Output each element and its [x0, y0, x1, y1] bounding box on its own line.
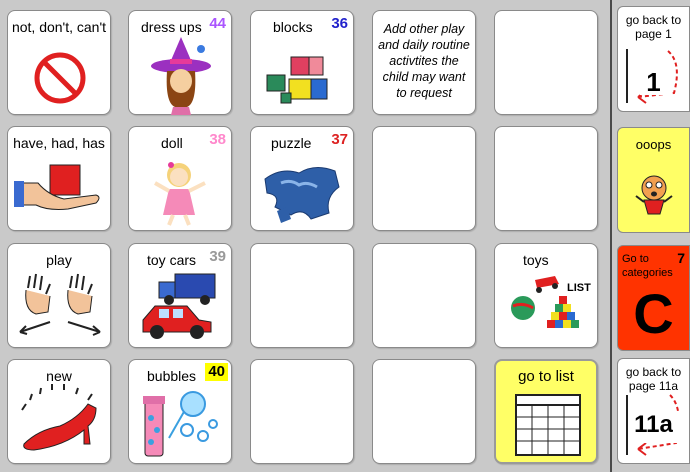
cell-empty[interactable] [494, 10, 598, 115]
toy-cars-icon [142, 273, 216, 339]
cell-empty[interactable] [250, 359, 354, 464]
cell-not-dont-cant[interactable]: not, don't, can't [7, 10, 111, 115]
count-badge: 7 [677, 250, 685, 266]
cell-empty[interactable] [372, 359, 476, 464]
category-letter: C [633, 282, 674, 345]
ooops-button[interactable]: ooops [617, 127, 690, 233]
page-number: 1 [646, 67, 661, 97]
puzzle-icon [264, 167, 340, 223]
cell-toy-cars[interactable]: toy cars 39 [128, 243, 232, 348]
cell-blocks[interactable]: blocks 36 [250, 10, 354, 115]
go-back-page-11a-button[interactable]: go back to page 11a 11a [617, 358, 690, 464]
hand-holding-icon [14, 164, 100, 210]
cell-empty[interactable] [372, 243, 476, 348]
ooops-face-icon [635, 175, 673, 215]
list-tag: LIST [567, 282, 591, 294]
go-back-page-1-button[interactable]: go back to page 1 1 [617, 6, 690, 112]
cell-empty[interactable] [372, 126, 476, 231]
go-to-categories-button[interactable]: Go to categories 7 C [617, 245, 690, 351]
cell-dress-ups[interactable]: dress ups 44 [128, 10, 232, 115]
blocks-icon [266, 56, 328, 104]
cell-play[interactable]: play [7, 243, 111, 348]
cell-empty[interactable] [494, 126, 598, 231]
cell-new[interactable]: new [7, 359, 111, 464]
instruction-note: Add other play and daily routine activti… [378, 22, 470, 100]
page-number: 11a [634, 411, 673, 438]
toys-list-icon [511, 276, 579, 328]
shoe-icon [21, 384, 97, 451]
cell-toys[interactable]: toys LIST [494, 243, 598, 348]
witch-costume-icon [151, 37, 211, 115]
doll-icon [154, 162, 206, 226]
list-grid-icon [515, 394, 581, 456]
cell-empty[interactable] [250, 243, 354, 348]
cell-have-had-has[interactable]: have, had, has [7, 126, 111, 231]
go-to-list-button[interactable]: go to list [494, 359, 598, 464]
bubbles-icon [143, 391, 218, 457]
cell-bubbles[interactable]: bubbles 40 [128, 359, 232, 464]
play-sign-icon [19, 273, 101, 336]
cell-doll[interactable]: doll 38 [128, 126, 232, 231]
no-sign-icon [34, 52, 86, 104]
cell-puzzle[interactable]: puzzle 37 [250, 126, 354, 231]
sidebar-divider [610, 0, 612, 472]
cell-add-note: Add other play and daily routine activti… [372, 10, 476, 115]
